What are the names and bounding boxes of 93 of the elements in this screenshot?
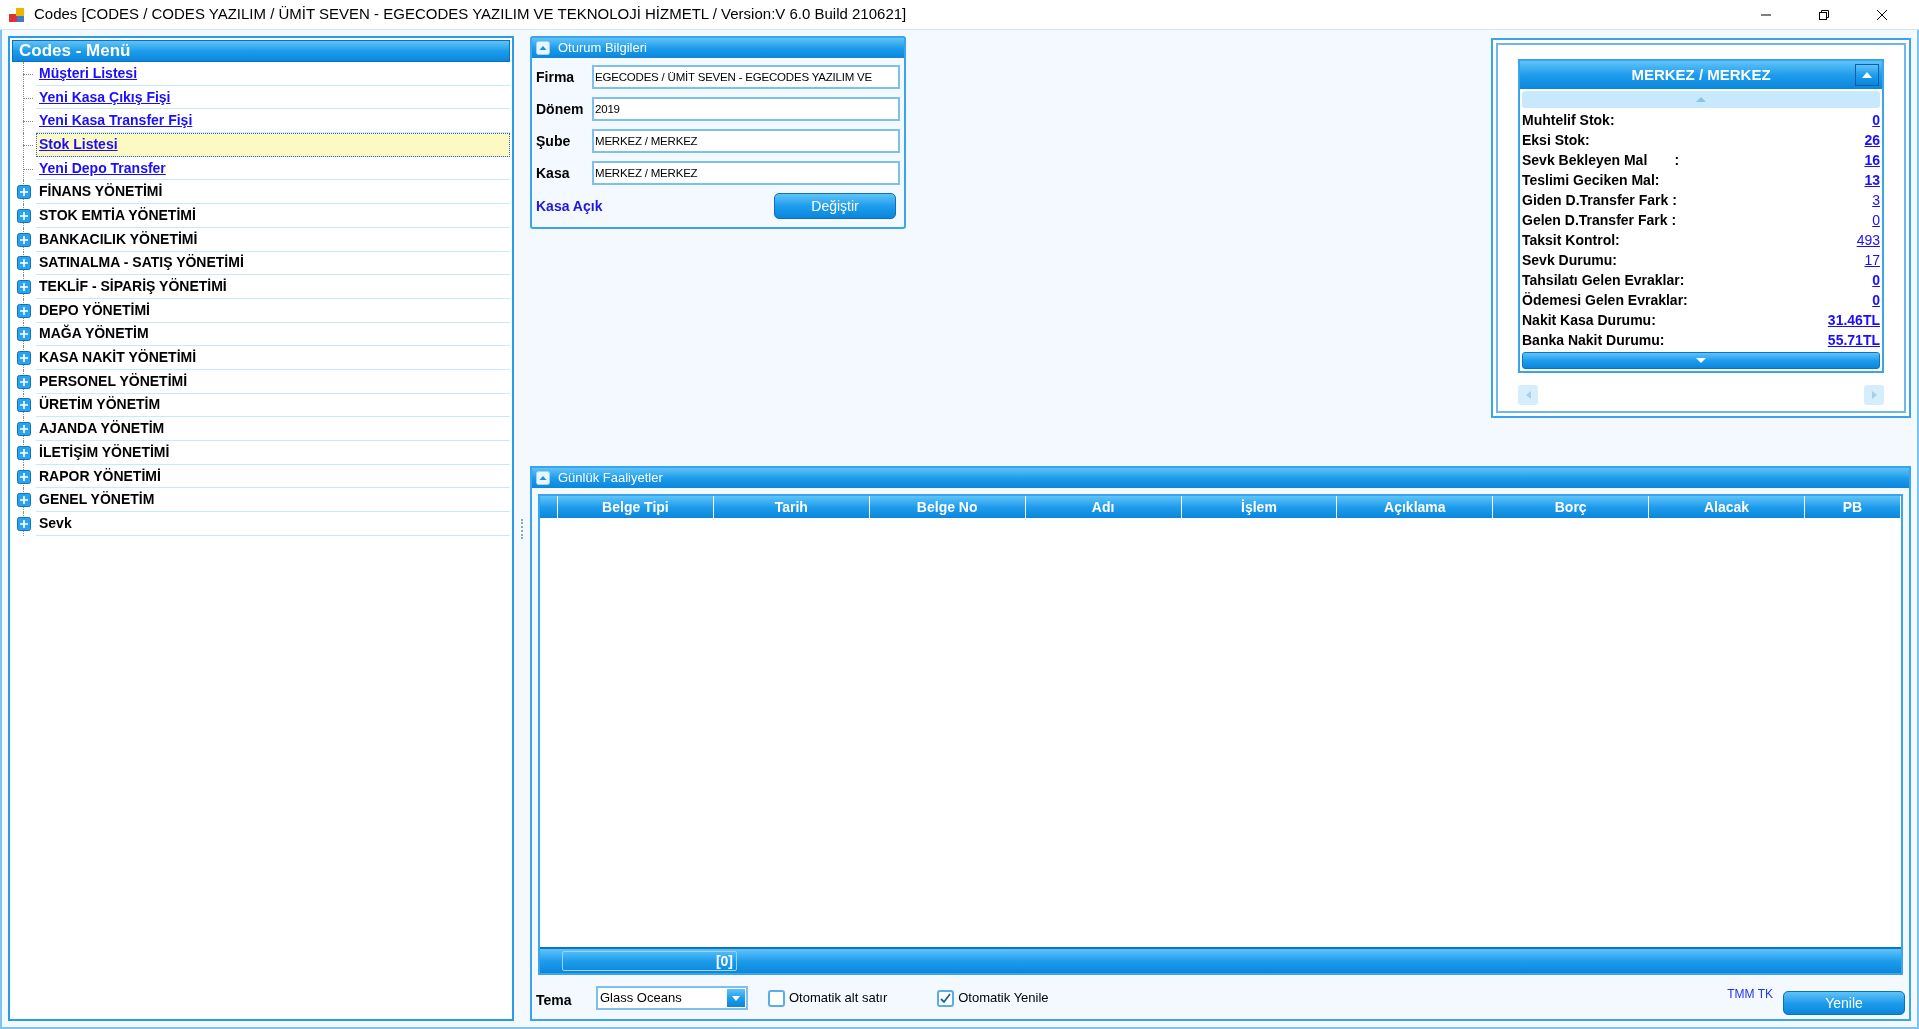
record-count: [0] <box>562 951 737 971</box>
tag-text: TMM TK <box>1727 986 1773 1003</box>
caret-down-icon <box>732 995 740 1001</box>
summary-label: Gelen D.Transfer Fark : <box>1522 210 1677 230</box>
restore-icon <box>1818 8 1830 21</box>
menu-group[interactable]: ÜRETİM YÖNETİM <box>36 393 510 418</box>
summary-link[interactable]: 0 <box>1872 289 1880 311</box>
expand-icon[interactable] <box>17 516 31 531</box>
menu-group[interactable]: RAPOR YÖNETİMİ <box>36 464 510 489</box>
summary-link[interactable]: 17 <box>1864 249 1880 271</box>
menu-group[interactable]: DEPO YÖNETİMİ <box>36 298 510 323</box>
expand-icon[interactable] <box>17 327 31 342</box>
menu-group[interactable]: TEKLİF - SİPARİŞ YÖNETİMİ <box>36 275 510 299</box>
menu-group[interactable]: PERSONEL YÖNETİMİ <box>36 369 510 394</box>
summary-link[interactable]: 0 <box>1872 269 1880 291</box>
menu-group[interactable]: MAĞA YÖNETİM <box>36 322 510 347</box>
menu-link[interactable]: Müşteri Listesi <box>36 62 510 86</box>
expand-icon[interactable] <box>17 445 31 460</box>
expand-icon[interactable] <box>17 208 31 223</box>
activities-title: Günlük Faaliyetler <box>558 469 663 488</box>
expand-icon[interactable] <box>17 303 31 318</box>
menu-group[interactable]: İLETİŞİM YÖNETİMİ <box>36 441 510 465</box>
input-field[interactable]: MERKEZ / MERKEZ <box>592 161 900 185</box>
checkbox-label: Otomatik Yenile <box>958 989 1049 1008</box>
summary-label: Eksi Stok: <box>1522 130 1590 150</box>
caret-up-icon <box>1862 72 1872 78</box>
checkbox[interactable] <box>768 989 785 1007</box>
summary-label: Nakit Kasa Durumu: <box>1522 310 1656 330</box>
window-title: Codes [CODES / CODES YAZILIM / ÜMİT SEVEN - EGECODES YAZILIM VE TEKNOLOJİ HİZMETL / Version:V 6.0 Build 210621] <box>34 4 907 25</box>
summary-link[interactable]: 13 <box>1864 169 1880 191</box>
app-logo-icon <box>8 5 26 24</box>
expand-icon[interactable] <box>17 422 31 437</box>
checkbox-label: Otomatik alt satır <box>789 989 888 1008</box>
theme-dropdown[interactable]: Glass Oceans <box>596 986 748 1010</box>
summary-link[interactable]: 55.71TL <box>1827 329 1880 351</box>
caret-left-icon <box>1525 391 1531 399</box>
menu-link[interactable]: Stok Listesi <box>36 133 510 157</box>
collapse-button[interactable] <box>1855 64 1879 86</box>
field-label: Kasa <box>536 163 571 183</box>
field-label: Firma <box>536 67 576 87</box>
expand-icon[interactable] <box>17 493 31 508</box>
menu-group[interactable]: Sevk <box>36 512 510 536</box>
caret-up-icon <box>1696 97 1706 102</box>
summary-label: Sevk Bekleyen Mal : <box>1522 150 1680 170</box>
summary-link[interactable]: 0 <box>1872 109 1880 131</box>
close-icon <box>1876 8 1888 21</box>
scroll-down-button[interactable] <box>1522 352 1880 369</box>
field-label: Dönem <box>536 99 585 119</box>
checkbox[interactable] <box>937 989 955 1007</box>
summary-label: Muhtelif Stok: <box>1522 110 1615 130</box>
summary-link[interactable]: 493 <box>1856 229 1880 251</box>
expand-icon[interactable] <box>17 232 31 247</box>
summary-link[interactable]: 26 <box>1864 129 1880 151</box>
input-field[interactable]: 2019 <box>592 97 900 121</box>
menu-group[interactable]: FİNANS YÖNETİMİ <box>36 180 510 205</box>
menu-group[interactable]: BANKACILIK YÖNETİMİ <box>36 227 510 252</box>
summary-label: Ödemesi Gelen Evraklar: <box>1522 290 1688 310</box>
menu-group[interactable]: GENEL YÖNETİM <box>36 488 510 513</box>
expand-icon[interactable] <box>17 374 31 389</box>
summary-label: Taksit Kontrol: <box>1522 230 1620 250</box>
caret-right-icon <box>1871 391 1877 399</box>
menu-title: Codes - Menü <box>12 40 510 62</box>
expand-icon[interactable] <box>17 469 31 484</box>
expand-icon[interactable] <box>17 398 31 413</box>
session-title: Oturum Bilgileri <box>558 39 647 58</box>
menu-group[interactable]: SATINALMA - SATIŞ YÖNETİMİ <box>36 251 510 276</box>
summary-label: Sevk Durumu: <box>1522 250 1617 270</box>
theme-label: Tema <box>536 990 573 1010</box>
input-field[interactable]: MERKEZ / MERKEZ <box>592 129 900 153</box>
input-field[interactable]: EGECODES / ÜMİT SEVEN - EGECODES YAZILIM VE <box>592 65 900 89</box>
menu-link[interactable]: Yeni Kasa Çıkış Fişi <box>36 85 510 110</box>
field-label: Şube <box>536 131 572 151</box>
menu-group[interactable]: KASA NAKİT YÖNETİMİ <box>36 346 510 370</box>
collapse-icon[interactable] <box>536 41 550 55</box>
expand-icon[interactable] <box>17 185 31 200</box>
summary-link[interactable]: 3 <box>1872 189 1880 211</box>
expand-icon[interactable] <box>17 280 31 295</box>
summary-link[interactable]: 0 <box>1872 209 1880 231</box>
summary-title: MERKEZ / MERKEZ <box>1631 64 1771 85</box>
caret-down-icon <box>1696 358 1706 363</box>
summary-link[interactable]: 16 <box>1864 149 1880 171</box>
summary-label: Teslimi Geciken Mal: <box>1522 170 1660 190</box>
summary-label: Banka Nakit Durumu: <box>1522 330 1665 350</box>
collapse-icon[interactable] <box>536 471 550 485</box>
menu-link[interactable]: Yeni Depo Transfer <box>36 156 510 181</box>
menu-group[interactable]: AJANDA YÖNETİM <box>36 417 510 441</box>
summary-label: Giden D.Transfer Fark : <box>1522 190 1677 210</box>
status-text: Kasa Açık <box>536 196 603 216</box>
expand-icon[interactable] <box>17 256 31 271</box>
summary-link[interactable]: 31.46TL <box>1827 309 1880 331</box>
menu-group[interactable]: STOK EMTİA YÖNETİMİ <box>36 204 510 228</box>
expand-icon[interactable] <box>17 351 31 366</box>
summary-label: Tahsilatı Gelen Evraklar: <box>1522 270 1685 290</box>
